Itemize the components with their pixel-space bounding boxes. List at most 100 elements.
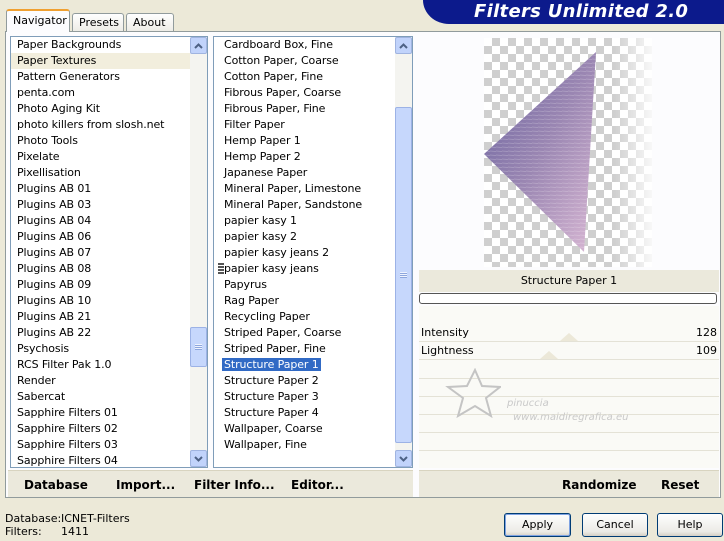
list-item[interactable]: Striped Paper, Coarse [214, 325, 395, 341]
list-item[interactable]: Japanese Paper [214, 165, 395, 181]
list-item[interactable]: Plugins AB 03 [11, 197, 190, 213]
list-item-label: Hemp Paper 2 [224, 150, 301, 163]
list-item[interactable]: Plugins AB 21 [11, 309, 190, 325]
preview-canvas [484, 38, 652, 267]
list-item-label: Render [17, 374, 56, 387]
list-item[interactable]: Render [11, 373, 190, 389]
list-item[interactable]: Paper Backgrounds [11, 37, 190, 53]
param-label: Lightness [421, 344, 474, 357]
list-item[interactable]: Sapphire Filters 02 [11, 421, 190, 437]
list-item[interactable]: Psychosis [11, 341, 190, 357]
cancel-button[interactable]: Cancel [582, 513, 648, 537]
list-item[interactable]: Mineral Paper, Limestone [214, 181, 395, 197]
list-item[interactable]: Rag Paper [214, 293, 395, 309]
list-item-label: Hemp Paper 1 [224, 134, 301, 147]
scroll-up-button[interactable] [190, 37, 207, 54]
filter-list[interactable]: Cardboard Box, Fine Cotton Paper, Coarse C… [213, 36, 413, 468]
scroll-thumb[interactable] [395, 107, 412, 443]
tab-about[interactable]: About [126, 13, 174, 32]
list-item[interactable]: Recycling Paper [214, 309, 395, 325]
list-item-label: Photo Tools [17, 134, 78, 147]
list-item[interactable]: Pixelate [11, 149, 190, 165]
list-item[interactable]: Mineral Paper, Sandstone [214, 197, 395, 213]
list-item[interactable]: papier kasy 2 [214, 229, 395, 245]
scroll-thumb[interactable] [190, 327, 207, 367]
list-item-label: Wallpaper, Coarse [224, 422, 323, 435]
list-item[interactable]: Plugins AB 22 [11, 325, 190, 341]
list-item-label: Sapphire Filters 04 [17, 454, 118, 467]
list-item[interactable]: Cotton Paper, Coarse [214, 53, 395, 69]
category-list[interactable]: Paper Backgrounds Paper Textures Pattern G… [10, 36, 208, 468]
list-item[interactable]: Structure Paper 3 [214, 389, 395, 405]
param-divider [419, 450, 719, 451]
filter-info-button[interactable]: Filter Info... [194, 478, 275, 492]
import-button[interactable]: Import... [116, 478, 175, 492]
list-item[interactable]: Cardboard Box, Fine [214, 37, 395, 53]
editor-button[interactable]: Editor... [291, 478, 344, 492]
param-value: 128 [696, 326, 717, 339]
chevron-down-icon [194, 455, 203, 462]
list-item[interactable]: Filter Paper [214, 117, 395, 133]
scroll-down-button[interactable] [395, 450, 412, 467]
list-item[interactable]: Structure Paper 1 [214, 357, 395, 373]
list-item[interactable]: papier kasy 1 [214, 213, 395, 229]
filter-scrollbar[interactable] [395, 37, 412, 467]
list-item-label: Sapphire Filters 02 [17, 422, 118, 435]
database-button[interactable]: Database [24, 478, 88, 492]
category-scrollbar[interactable] [190, 37, 207, 467]
tab-presets[interactable]: Presets [72, 13, 124, 32]
list-item-label: Sapphire Filters 01 [17, 406, 118, 419]
list-item[interactable]: papier kasy jeans 2 [214, 245, 395, 261]
list-item[interactable]: Structure Paper 4 [214, 405, 395, 421]
list-item-label: Papyrus [224, 278, 267, 291]
reset-button[interactable]: Reset [661, 478, 699, 492]
list-item[interactable]: Plugins AB 04 [11, 213, 190, 229]
list-item[interactable]: Plugins AB 01 [11, 181, 190, 197]
list-item[interactable]: Photo Tools [11, 133, 190, 149]
list-item[interactable]: Sapphire Filters 03 [11, 437, 190, 453]
lightness-param[interactable]: Lightness 109 [421, 343, 717, 359]
list-item[interactable]: Sabercat [11, 389, 190, 405]
list-item-label: Sapphire Filters 03 [17, 438, 118, 451]
list-item[interactable]: Fibrous Paper, Fine [214, 101, 395, 117]
list-item[interactable]: Wallpaper, Coarse [214, 421, 395, 437]
list-item[interactable]: Sapphire Filters 01 [11, 405, 190, 421]
randomize-button[interactable]: Randomize [562, 478, 636, 492]
list-item[interactable]: Papyrus [214, 277, 395, 293]
list-item[interactable]: Pixellisation [11, 165, 190, 181]
list-item[interactable]: Plugins AB 07 [11, 245, 190, 261]
intensity-param[interactable]: Intensity 128 [421, 325, 717, 341]
list-item-label: RCS Filter Pak 1.0 [17, 358, 112, 371]
apply-button[interactable]: Apply [504, 513, 571, 537]
list-item[interactable]: Fibrous Paper, Coarse [214, 85, 395, 101]
database-value: ICNET-Filters [61, 512, 130, 525]
list-item[interactable]: Pattern Generators [11, 69, 190, 85]
scroll-down-button[interactable] [190, 450, 207, 467]
list-item-label: Cotton Paper, Fine [224, 70, 323, 83]
preview-image [484, 38, 652, 267]
list-item[interactable]: Plugins AB 06 [11, 229, 190, 245]
tab-navigator[interactable]: Navigator [6, 9, 70, 32]
param-value: 109 [696, 344, 717, 357]
list-item[interactable]: Sapphire Filters 04 [11, 453, 190, 467]
list-item[interactable]: Striped Paper, Fine [214, 341, 395, 357]
list-item[interactable]: Wallpaper, Fine [214, 437, 395, 453]
list-item[interactable]: Plugins AB 09 [11, 277, 190, 293]
list-item-label: papier kasy jeans 2 [224, 246, 330, 259]
scroll-up-button[interactable] [395, 37, 412, 54]
list-item[interactable]: Plugins AB 10 [11, 293, 190, 309]
list-item[interactable]: Structure Paper 2 [214, 373, 395, 389]
list-item[interactable]: penta.com [11, 85, 190, 101]
list-item[interactable]: photo killers from slosh.net [11, 117, 190, 133]
list-item[interactable]: Photo Aging Kit [11, 101, 190, 117]
list-item[interactable]: Hemp Paper 1 [214, 133, 395, 149]
list-item[interactable]: Paper Textures [11, 53, 190, 69]
list-item[interactable]: Cotton Paper, Fine [214, 69, 395, 85]
filters-status: Filters: 1411 [5, 525, 89, 538]
list-item[interactable]: RCS Filter Pak 1.0 [11, 357, 190, 373]
list-item[interactable]: papier kasy jeans [214, 261, 395, 277]
list-item[interactable]: Plugins AB 08 [11, 261, 190, 277]
list-item[interactable]: Hemp Paper 2 [214, 149, 395, 165]
help-button[interactable]: Help [657, 513, 723, 537]
list-item-label: Structure Paper 1 [222, 358, 321, 371]
